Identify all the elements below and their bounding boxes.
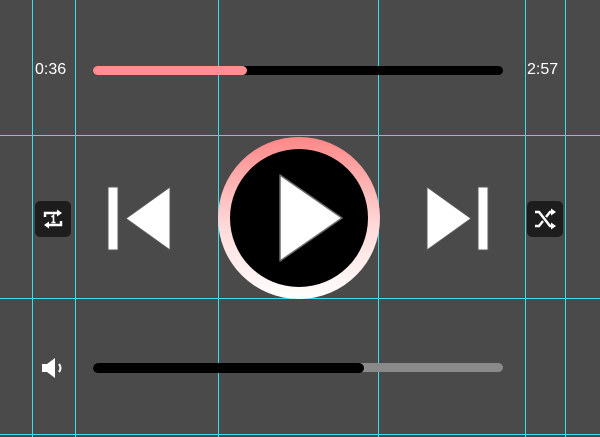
skip-previous-icon	[107, 186, 171, 251]
guide-line	[0, 434, 600, 435]
current-time: 0:36	[35, 61, 67, 78]
next-button[interactable]	[426, 186, 490, 252]
guide-line	[0, 135, 600, 136]
speaker-icon	[42, 358, 62, 378]
play-icon	[279, 174, 343, 262]
skip-next-icon	[426, 186, 489, 251]
guide-line	[75, 0, 76, 437]
repeat-one-icon	[43, 209, 63, 229]
progress-slider[interactable]	[93, 66, 503, 75]
play-button[interactable]	[218, 137, 380, 299]
guide-line	[565, 0, 566, 437]
shuffle-icon	[535, 208, 556, 230]
previous-button[interactable]	[107, 186, 171, 252]
volume-slider[interactable]	[93, 362, 503, 373]
shuffle-button[interactable]	[527, 201, 563, 237]
progress-fill	[93, 66, 247, 75]
volume-fill	[93, 362, 364, 373]
guide-line	[525, 0, 526, 437]
media-player: 0:36 2:57	[0, 0, 600, 437]
repeat-button[interactable]	[35, 201, 71, 237]
guide-line	[32, 0, 33, 437]
play-button-face	[230, 149, 368, 287]
total-time: 2:57	[527, 61, 559, 78]
volume-button[interactable]	[41, 357, 67, 379]
